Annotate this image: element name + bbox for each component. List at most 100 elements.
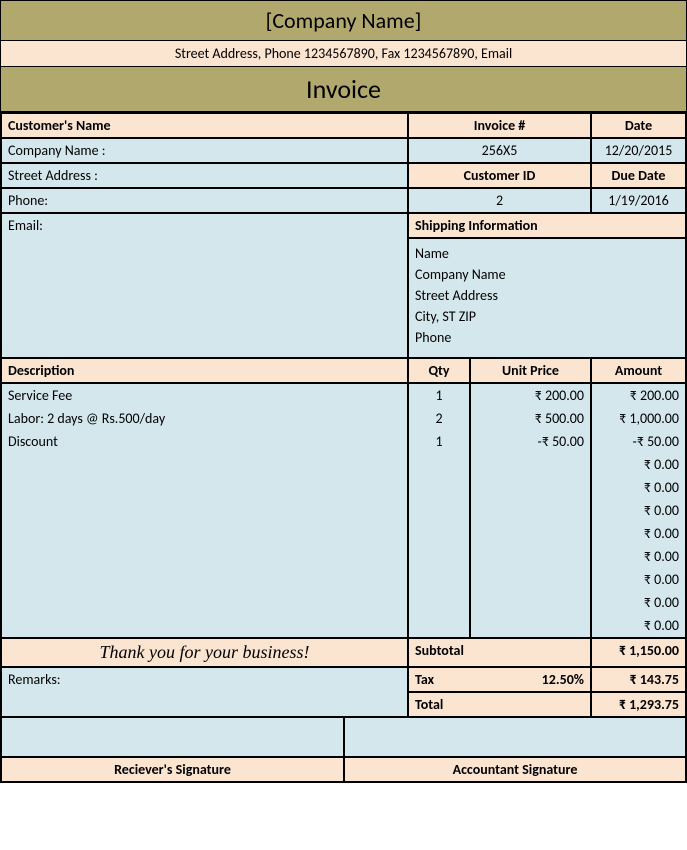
item-desc	[1, 476, 408, 499]
item-amount: ₹ 0.00	[591, 591, 686, 614]
item-desc	[1, 522, 408, 545]
item-qty	[408, 614, 470, 638]
tax-value: ₹ 143.75	[591, 667, 686, 692]
item-price: ₹ 500.00	[470, 407, 591, 430]
item-price	[470, 453, 591, 476]
item-desc: Labor: 2 days @ Rs.500/day	[1, 407, 408, 430]
item-amount: -₹ 50.00	[591, 430, 686, 453]
tax-label-cell: Tax 12.50%	[408, 667, 591, 692]
invoice-title: Invoice	[1, 67, 686, 113]
col-qty: Qty	[408, 358, 470, 383]
item-row: ₹ 0.00	[1, 614, 686, 638]
accountant-sig-box	[344, 717, 686, 757]
item-qty	[408, 545, 470, 568]
item-qty: 2	[408, 407, 470, 430]
item-amount: ₹ 0.00	[591, 614, 686, 638]
thank-you: Thank you for your business!	[1, 638, 408, 667]
item-row: ₹ 0.00	[1, 522, 686, 545]
item-qty: 1	[408, 383, 470, 407]
date-label: Date	[591, 113, 686, 138]
customer-section-label: Customer's Name	[1, 113, 408, 138]
item-row: Discount1-₹ 50.00-₹ 50.00	[1, 430, 686, 453]
item-price	[470, 522, 591, 545]
col-amount: Amount	[591, 358, 686, 383]
due-date-label: Due Date	[591, 163, 686, 188]
item-qty	[408, 499, 470, 522]
item-price	[470, 545, 591, 568]
item-desc	[1, 568, 408, 591]
shipping-phone: Phone	[415, 327, 679, 348]
item-row: ₹ 0.00	[1, 453, 686, 476]
shipping-name: Name	[415, 243, 679, 264]
shipping-company: Company Name	[415, 264, 679, 285]
item-row: ₹ 0.00	[1, 568, 686, 591]
shipping-info-body: Name Company Name Street Address City, S…	[408, 238, 686, 358]
customer-id-value: 2	[408, 188, 591, 213]
item-row: ₹ 0.00	[1, 499, 686, 522]
company-name: [Company Name]	[1, 1, 686, 41]
item-amount: ₹ 1,000.00	[591, 407, 686, 430]
date-value: 12/20/2015	[591, 138, 686, 163]
company-address: Street Address, Phone 1234567890, Fax 12…	[1, 41, 686, 67]
item-row: ₹ 0.00	[1, 591, 686, 614]
subtotal-value: ₹ 1,150.00	[591, 638, 686, 667]
remarks-label: Remarks:	[1, 667, 408, 692]
item-row: Service Fee1₹ 200.00₹ 200.00	[1, 383, 686, 407]
accountant-sig-label: Accountant Signature	[344, 757, 686, 782]
item-price	[470, 614, 591, 638]
total-value: ₹ 1,293.75	[591, 692, 686, 717]
item-price	[470, 591, 591, 614]
customer-email-area	[1, 238, 408, 358]
subtotal-label: Subtotal	[408, 638, 591, 667]
item-amount: ₹ 0.00	[591, 453, 686, 476]
invoice-page: [Company Name] Street Address, Phone 123…	[0, 0, 687, 783]
item-desc: Service Fee	[1, 383, 408, 407]
shipping-city: City, ST ZIP	[415, 306, 679, 327]
item-qty	[408, 591, 470, 614]
invoice-number-label: Invoice #	[408, 113, 591, 138]
item-amount: ₹ 0.00	[591, 568, 686, 591]
items-body: Service Fee1₹ 200.00₹ 200.00Labor: 2 day…	[1, 383, 686, 638]
item-amount: ₹ 0.00	[591, 522, 686, 545]
item-desc	[1, 499, 408, 522]
due-date-value: 1/19/2016	[591, 188, 686, 213]
receiver-sig-label: Reciever's Signature	[1, 757, 344, 782]
item-row: Labor: 2 days @ Rs.500/day2₹ 500.00₹ 1,0…	[1, 407, 686, 430]
item-price: -₹ 50.00	[470, 430, 591, 453]
item-amount: ₹ 0.00	[591, 476, 686, 499]
item-price	[470, 476, 591, 499]
tax-rate: 12.50%	[542, 671, 584, 688]
item-desc	[1, 614, 408, 638]
col-price: Unit Price	[470, 358, 591, 383]
tax-label: Tax	[415, 671, 434, 688]
item-qty	[408, 568, 470, 591]
item-price: ₹ 200.00	[470, 383, 591, 407]
item-price	[470, 568, 591, 591]
item-qty	[408, 522, 470, 545]
item-desc	[1, 591, 408, 614]
item-amount: ₹ 0.00	[591, 545, 686, 568]
invoice-number-value: 256X5	[408, 138, 591, 163]
item-qty: 1	[408, 430, 470, 453]
receiver-sig-box	[1, 717, 344, 757]
item-row: ₹ 0.00	[1, 545, 686, 568]
item-amount: ₹ 0.00	[591, 499, 686, 522]
customer-company-label: Company Name :	[1, 138, 408, 163]
item-qty	[408, 476, 470, 499]
item-qty	[408, 453, 470, 476]
customer-id-label: Customer ID	[408, 163, 591, 188]
remarks-area	[1, 692, 408, 717]
customer-phone-label: Phone:	[1, 188, 408, 213]
customer-street-label: Street Address :	[1, 163, 408, 188]
col-description: Description	[1, 358, 408, 383]
item-amount: ₹ 200.00	[591, 383, 686, 407]
shipping-info-label: Shipping Information	[408, 213, 686, 238]
item-desc	[1, 453, 408, 476]
item-desc	[1, 545, 408, 568]
total-label: Total	[408, 692, 591, 717]
shipping-street: Street Address	[415, 285, 679, 306]
customer-email-label: Email:	[1, 213, 408, 238]
item-price	[470, 499, 591, 522]
item-desc: Discount	[1, 430, 408, 453]
item-row: ₹ 0.00	[1, 476, 686, 499]
